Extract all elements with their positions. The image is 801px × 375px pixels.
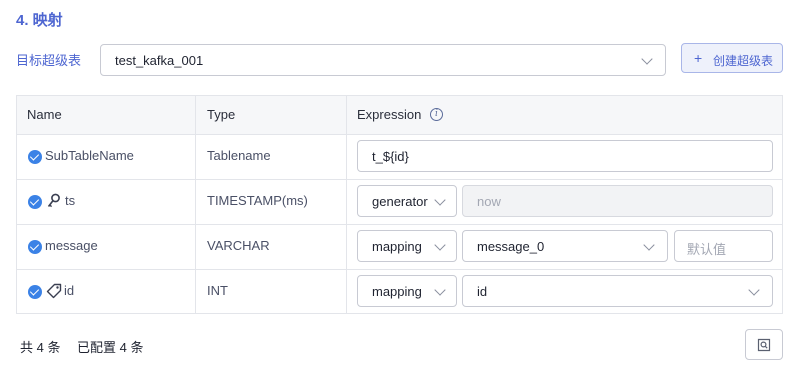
generator-value-input: now — [462, 185, 773, 217]
mode-select[interactable]: mapping — [357, 275, 457, 307]
row-type: Tablename — [207, 148, 271, 163]
configured-count: 已配置 4 条 — [77, 340, 144, 355]
info-icon[interactable]: i — [430, 108, 443, 121]
default-value-input[interactable]: 默认值 — [674, 230, 773, 262]
expression-input[interactable]: t_${id} — [357, 140, 773, 172]
target-table-label: 目标超级表 — [16, 53, 82, 68]
check-circle-icon — [28, 240, 42, 254]
column-header-expression: Expression — [357, 107, 422, 122]
chevron-down-icon — [434, 284, 446, 296]
mode-select[interactable]: mapping — [357, 230, 457, 262]
generator-value: now — [477, 194, 501, 209]
mode-value: generator — [372, 194, 428, 209]
source-field-select[interactable]: id — [462, 275, 773, 307]
create-supertable-button[interactable]: + 创建超级表 — [681, 43, 783, 73]
check-circle-icon — [28, 195, 42, 209]
column-header-type: Type — [207, 107, 236, 122]
row-type: VARCHAR — [207, 238, 270, 253]
mapping-table: Name Type Expression i SubTableName Tabl… — [16, 95, 783, 314]
expression-value: t_${id} — [372, 149, 409, 164]
section-title: 4. 映射 — [16, 12, 63, 29]
mode-value: mapping — [372, 284, 422, 299]
row-name: id — [64, 283, 75, 298]
tag-icon — [46, 283, 62, 299]
source-field-value: id — [477, 284, 488, 299]
mode-select[interactable]: generator — [357, 185, 457, 217]
source-field-select[interactable]: message_0 — [462, 230, 668, 262]
row-name: message — [45, 238, 98, 253]
check-circle-icon — [28, 285, 42, 299]
chevron-down-icon — [748, 284, 760, 296]
chevron-down-icon — [434, 239, 446, 251]
chevron-down-icon — [643, 239, 655, 251]
row-name: SubTableName — [45, 148, 134, 163]
column-header-name: Name — [27, 107, 62, 122]
plus-icon: + — [694, 50, 703, 66]
target-table-value: test_kafka_001 — [115, 53, 204, 68]
default-value-placeholder: 默认值 — [687, 242, 727, 257]
check-circle-icon — [28, 150, 42, 164]
chevron-down-icon — [434, 194, 446, 206]
mode-value: mapping — [372, 239, 422, 254]
target-table-select[interactable]: test_kafka_001 — [100, 44, 666, 76]
key-icon — [47, 193, 60, 208]
row-type: TIMESTAMP(ms) — [207, 193, 308, 208]
preview-button[interactable] — [745, 329, 783, 360]
row-name: ts — [65, 193, 76, 208]
total-count: 共 4 条 — [20, 340, 61, 355]
chevron-down-icon — [641, 53, 653, 65]
source-field-value: message_0 — [477, 239, 545, 254]
row-type: INT — [207, 283, 228, 298]
create-supertable-label: 创建超级表 — [713, 54, 774, 68]
search-view-icon — [757, 338, 771, 352]
